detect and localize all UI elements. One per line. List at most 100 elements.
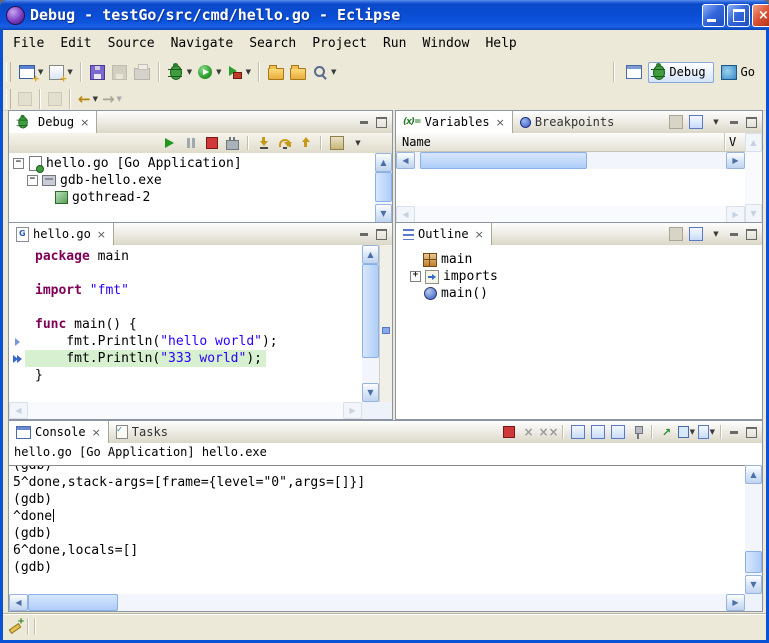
maximize-view-button[interactable]: [374, 116, 388, 129]
column-name[interactable]: Name: [396, 135, 431, 149]
outline-tree-item[interactable]: +imports: [406, 268, 762, 285]
code-line[interactable]: fmt.Println("hello world");: [9, 333, 362, 350]
tree-expander[interactable]: +: [410, 271, 421, 282]
tab-console[interactable]: Console ×: [9, 421, 109, 443]
minimize-button[interactable]: [702, 4, 725, 27]
pin-console-button[interactable]: [629, 424, 646, 440]
terminate-console-button[interactable]: [500, 424, 517, 440]
disconnect-button[interactable]: [224, 135, 241, 151]
tree-expander[interactable]: −: [27, 175, 38, 186]
maximize-button[interactable]: [727, 4, 750, 27]
scroll-down-button[interactable]: ▼: [745, 204, 762, 223]
terminate-button[interactable]: [203, 135, 220, 151]
remove-launch-button[interactable]: ×: [520, 424, 537, 440]
close-tab-icon[interactable]: ×: [80, 116, 89, 129]
minimize-view-button[interactable]: [727, 116, 741, 129]
forward-button[interactable]: →▼: [100, 90, 124, 109]
new-go-element-button[interactable]: ▼: [45, 61, 74, 83]
debug-vertical-scrollbar[interactable]: ▲ ▼: [375, 153, 392, 223]
scroll-up-button[interactable]: ▲: [745, 465, 762, 484]
menu-source[interactable]: Source: [100, 32, 163, 55]
view-menu-button[interactable]: ▼: [707, 114, 724, 130]
tab-hello-go[interactable]: hello.go ×: [9, 223, 114, 245]
scroll-down-button[interactable]: ▼: [362, 383, 379, 402]
menu-file[interactable]: File: [5, 32, 52, 55]
scrollbar-track[interactable]: [362, 264, 379, 383]
debug-tree-item[interactable]: −gdb-hello.exe: [9, 172, 375, 189]
open-perspective-button[interactable]: [623, 61, 645, 83]
last-edit-location-button[interactable]: [46, 90, 64, 108]
minimize-view-button[interactable]: [357, 116, 371, 129]
menu-search[interactable]: Search: [241, 32, 304, 55]
code-line[interactable]: import "fmt": [9, 282, 362, 299]
search-button[interactable]: ▼: [309, 61, 338, 83]
scroll-lock-button[interactable]: [589, 424, 606, 440]
resume-button[interactable]: [161, 135, 178, 151]
menu-help[interactable]: Help: [477, 32, 524, 55]
sort-button[interactable]: [667, 226, 684, 242]
scroll-right-button[interactable]: ▶: [726, 594, 745, 611]
variables-table-body[interactable]: [396, 169, 745, 206]
menu-navigate[interactable]: Navigate: [163, 32, 242, 55]
menu-run[interactable]: Run: [375, 32, 414, 55]
show-type-names-button[interactable]: [667, 114, 684, 130]
close-tab-icon[interactable]: ×: [496, 116, 505, 129]
scroll-down-button[interactable]: ▼: [375, 204, 392, 223]
menu-edit[interactable]: Edit: [52, 32, 99, 55]
new-wizard-button[interactable]: ▼: [16, 61, 45, 83]
suspend-button[interactable]: [182, 135, 199, 151]
scroll-right-button[interactable]: ▶: [726, 206, 745, 223]
overview-ruler[interactable]: [379, 245, 392, 402]
clear-console-button[interactable]: [569, 424, 586, 440]
perspective-go-button[interactable]: Go: [717, 63, 762, 82]
minimize-view-button[interactable]: [357, 228, 371, 241]
console-horizontal-scrollbar[interactable]: ◀ ▶: [9, 594, 745, 611]
step-over-button[interactable]: [276, 135, 293, 151]
show-output-button[interactable]: [609, 424, 626, 440]
outline-tree-item[interactable]: main(): [406, 285, 762, 302]
minimize-view-button[interactable]: [727, 228, 741, 241]
close-tab-icon[interactable]: ×: [92, 426, 101, 439]
run-button[interactable]: ▼: [194, 61, 223, 83]
scroll-left-button[interactable]: ◀: [396, 152, 415, 169]
scrollbar-thumb[interactable]: [362, 264, 379, 358]
open-resource-button[interactable]: [287, 61, 309, 83]
tab-outline[interactable]: Outline ×: [396, 223, 492, 245]
open-folder-button[interactable]: [265, 61, 287, 83]
display-selected-console-button[interactable]: ▼: [678, 424, 695, 440]
external-tools-button[interactable]: ▼: [224, 61, 253, 83]
toolbar-handle[interactable]: [6, 62, 11, 82]
next-annotation-button[interactable]: [16, 90, 34, 108]
debug-tree[interactable]: −hello.go [Go Application]−gdb-hello.exe…: [9, 153, 375, 223]
code-line[interactable]: func main() {: [9, 316, 362, 333]
scrollbar-track[interactable]: [745, 484, 762, 575]
scroll-up-button[interactable]: ▲: [745, 133, 762, 152]
code-line[interactable]: fmt.Println("333 world");: [9, 350, 362, 367]
toolbar-handle[interactable]: [6, 89, 11, 109]
console-vertical-scrollbar[interactable]: ▲ ▼: [745, 465, 762, 594]
tab-debug-view[interactable]: Debug ×: [9, 111, 97, 133]
code-line[interactable]: }: [9, 367, 362, 384]
close-button[interactable]: ×: [752, 4, 769, 27]
print-button[interactable]: [131, 61, 153, 83]
remove-all-terminated-button[interactable]: ××: [540, 424, 557, 440]
save-all-button[interactable]: [109, 61, 131, 83]
debug-tree-item[interactable]: gothread-2: [9, 189, 375, 206]
console-output[interactable]: (gdb)5^done,stack-args=[frame={level="0"…: [9, 465, 745, 594]
close-tab-icon[interactable]: ×: [97, 228, 106, 241]
menu-project[interactable]: Project: [304, 32, 375, 55]
hide-fields-button[interactable]: [687, 226, 704, 242]
outline-tree[interactable]: main+importsmain(): [396, 245, 762, 419]
outline-tree-item[interactable]: main: [406, 251, 762, 268]
code-line[interactable]: package main: [9, 248, 362, 265]
close-tab-icon[interactable]: ×: [475, 228, 484, 241]
scroll-down-button[interactable]: ▼: [745, 575, 762, 594]
show-when-stdout-changes-button[interactable]: ↗: [658, 424, 675, 440]
maximize-view-button[interactable]: [744, 426, 758, 439]
scrollbar-track[interactable]: [375, 172, 392, 204]
tab-variables[interactable]: (x)= Variables ×: [396, 111, 513, 133]
scrollbar-track[interactable]: [415, 152, 726, 169]
tab-tasks[interactable]: Tasks: [109, 421, 175, 443]
scrollbar-thumb[interactable]: [375, 172, 392, 202]
scroll-up-button[interactable]: ▲: [362, 245, 379, 264]
